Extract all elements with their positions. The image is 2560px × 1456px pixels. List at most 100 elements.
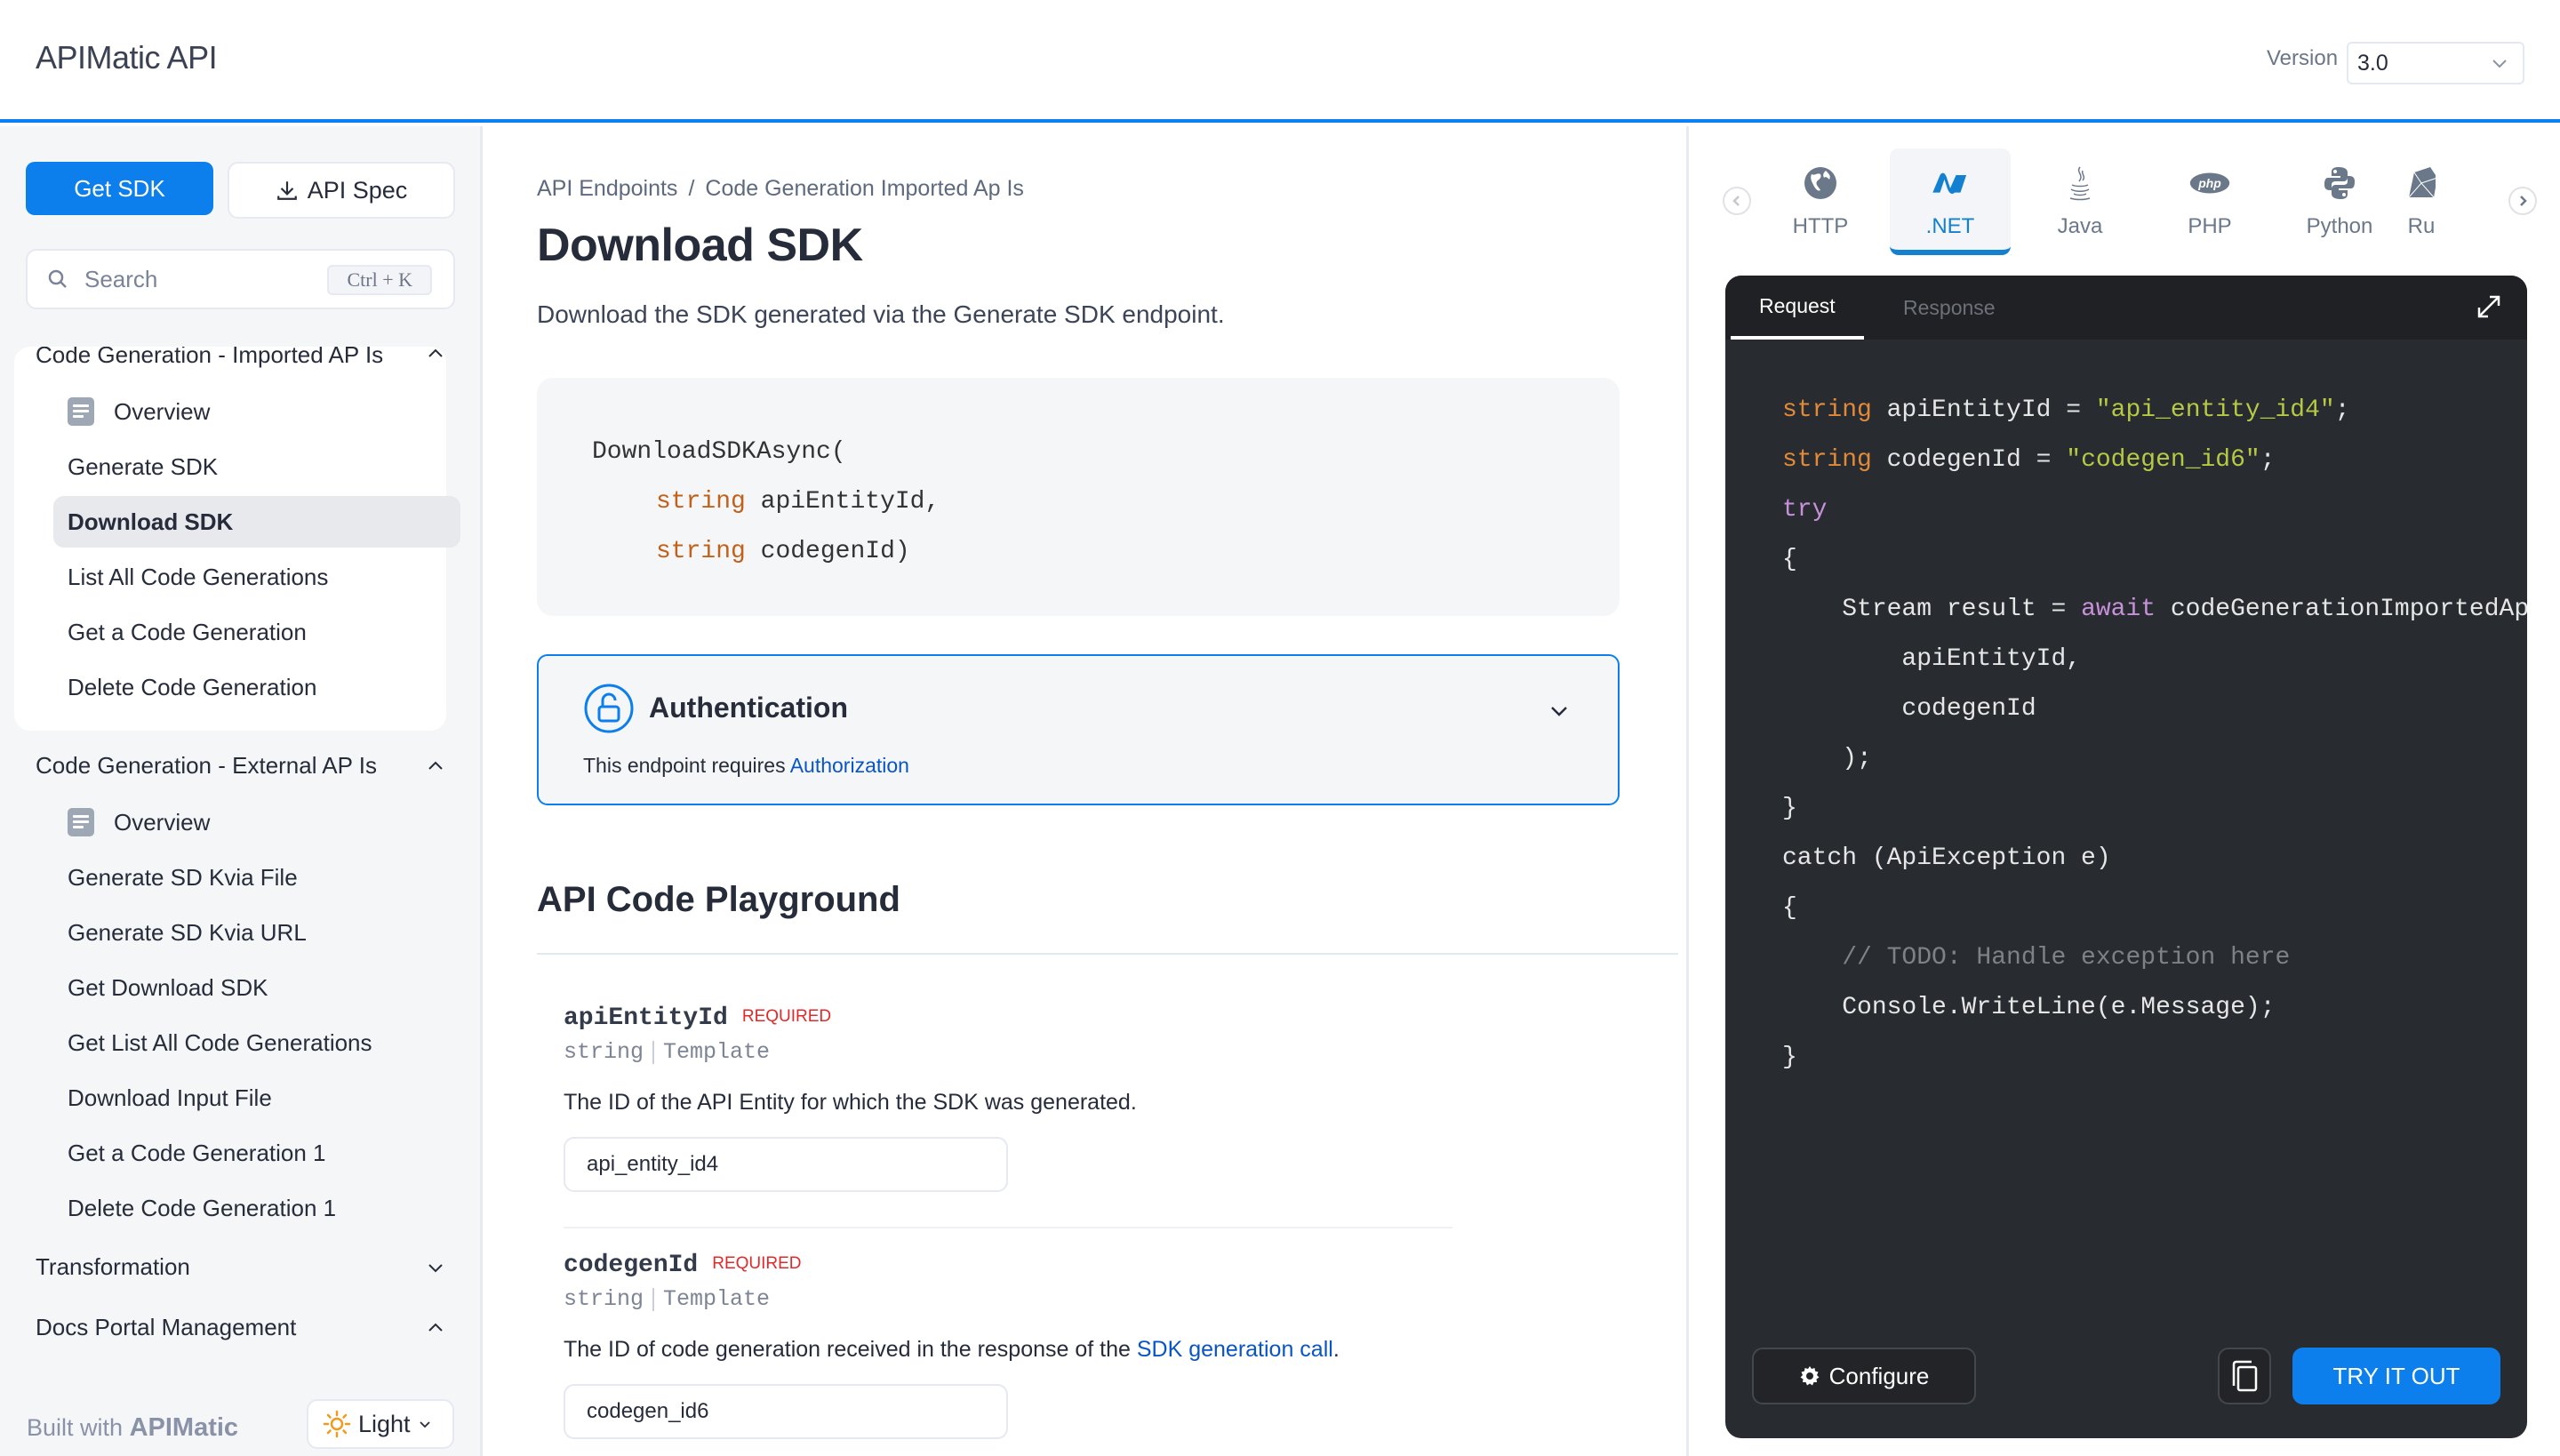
nav-item-delete-code-generation-1[interactable]: Delete Code Generation 1: [53, 1182, 460, 1234]
breadcrumb-api-endpoints[interactable]: API Endpoints: [537, 176, 677, 202]
nav-item-label: Get List All Code Generations: [68, 1028, 372, 1056]
authentication-panel[interactable]: Authentication This endpoint requires Au…: [537, 654, 1620, 805]
app-title[interactable]: APIMatic API: [36, 39, 218, 76]
param-type: string Template: [564, 1039, 1630, 1065]
tab-java[interactable]: Java: [2020, 148, 2140, 255]
chevron-up-icon[interactable]: [425, 347, 446, 364]
tab-dotnet[interactable]: .NET: [1890, 148, 2011, 255]
unlock-icon: [584, 684, 634, 733]
tab-response[interactable]: Response: [1903, 276, 1996, 340]
breadcrumb-current[interactable]: Code Generation Imported Ap Is: [705, 176, 1024, 202]
copy-button[interactable]: [2218, 1348, 2271, 1404]
tab-python[interactable]: Python: [2279, 148, 2400, 255]
download-icon: [276, 181, 297, 200]
api-spec-button[interactable]: API Spec: [228, 162, 455, 219]
nav-item-overview[interactable]: Overview: [53, 386, 460, 437]
nav-item-download-sdk[interactable]: Download SDK: [53, 496, 460, 548]
nav-item-label: List All Code Generations: [68, 563, 329, 590]
separator: [652, 1287, 655, 1311]
copy-icon: [2232, 1360, 2258, 1392]
nav-group-transformation[interactable]: Transformation: [36, 1253, 190, 1281]
version-select[interactable]: 3.0: [2347, 42, 2524, 84]
tab-ruby[interactable]: Ru: [2395, 148, 2436, 255]
authorization-link[interactable]: Authorization: [790, 754, 909, 777]
nav-item-generate-sdk-via-url[interactable]: Generate SD Kvia URL: [53, 907, 460, 958]
nav-item-label: Get Download SDK: [68, 973, 268, 1001]
api-entity-id-input[interactable]: api_entity_id4: [564, 1137, 1008, 1192]
tab-label: Python: [2306, 214, 2373, 238]
chevron-down-icon[interactable]: [425, 1257, 446, 1278]
code-line: );: [1782, 734, 2527, 784]
theme-toggle[interactable]: Light: [307, 1399, 454, 1449]
breadcrumb: API Endpoints / Code Generation Imported…: [537, 176, 1024, 202]
nav-item-delete-code-generation[interactable]: Delete Code Generation: [53, 661, 460, 713]
code-content[interactable]: string apiEntityId = "api_entity_id4"; st…: [1782, 386, 2527, 1083]
tab-php[interactable]: php PHP: [2149, 148, 2270, 255]
tab-request[interactable]: Request: [1731, 276, 1864, 340]
code-line: Console.WriteLine(e.Message);: [1782, 983, 2527, 1033]
authentication-title: Authentication: [649, 692, 848, 724]
nav-item-label: Overview: [114, 397, 211, 425]
param-description: The ID of the API Entity for which the S…: [564, 1090, 1137, 1115]
nav-item-generate-sdk-via-file[interactable]: Generate SD Kvia File: [53, 852, 460, 903]
code-token: }: [1782, 1044, 1797, 1071]
code-editor: Request Response string apiEntityId = "a…: [1725, 276, 2527, 1438]
param-name: codegenId: [564, 1252, 699, 1279]
sun-icon: [323, 1410, 351, 1438]
tab-label: HTTP: [1792, 214, 1849, 238]
param-description: The ID of code generation received in th…: [564, 1337, 1630, 1363]
code-token: "api_entity_id4": [2095, 396, 2335, 424]
chevron-down-icon: [419, 1421, 430, 1428]
nav-item-list-all-code-generations[interactable]: List All Code Generations: [53, 551, 460, 603]
nav-item-get-list-all-code-generations[interactable]: Get List All Code Generations: [53, 1017, 460, 1068]
code-footer: Configure TRY IT OUT: [1725, 1323, 2527, 1438]
scroll-right-button[interactable]: [2508, 187, 2537, 215]
tab-label: Java: [2057, 214, 2103, 238]
chevron-up-icon[interactable]: [425, 756, 446, 777]
nav-item-get-download-sdk[interactable]: Get Download SDK: [53, 962, 460, 1013]
configure-button[interactable]: Configure: [1752, 1348, 1976, 1404]
nav-item-download-input-file[interactable]: Download Input File: [53, 1072, 460, 1124]
built-with-apimatic[interactable]: Built with APIMatic: [27, 1413, 238, 1443]
code-line: {: [1782, 535, 2527, 585]
search-input[interactable]: Search Ctrl + K: [26, 249, 455, 309]
chevron-down-icon: [2492, 60, 2507, 68]
python-icon: [2319, 163, 2360, 204]
svg-text:php: php: [2197, 176, 2221, 190]
search-shortcut: Ctrl + K: [327, 265, 432, 295]
code-token: ;: [2334, 396, 2350, 424]
php-icon: php: [2189, 163, 2230, 204]
api-spec-label: API Spec: [307, 176, 408, 204]
code-token: Stream result =: [1782, 596, 2082, 623]
code-line: string codegenId = "codegen_id6";: [1782, 436, 2527, 485]
expand-icon[interactable]: [2476, 293, 2502, 320]
nav-group-external[interactable]: Code Generation - External AP Is: [36, 752, 377, 780]
apimatic-brand: APIMatic: [129, 1413, 239, 1442]
nav-group-label: Code Generation - External AP Is: [36, 752, 377, 779]
required-badge: REQUIRED: [712, 1254, 802, 1273]
nav-item-label: Overview: [114, 808, 211, 836]
nav-group-docs-portal-management[interactable]: Docs Portal Management: [36, 1314, 296, 1341]
auth-text-prefix: This endpoint requires: [583, 754, 790, 777]
nav-item-generate-sdk[interactable]: Generate SDK: [53, 441, 460, 492]
try-it-out-button[interactable]: TRY IT OUT: [2292, 1348, 2500, 1404]
chevron-up-icon[interactable]: [425, 1317, 446, 1339]
nav-item-get-code-generation-1[interactable]: Get a Code Generation 1: [53, 1127, 460, 1179]
sdk-generation-call-link[interactable]: SDK generation call: [1137, 1337, 1333, 1362]
codegen-id-input[interactable]: codegen_id6: [564, 1384, 1008, 1439]
scroll-left-button[interactable]: [1723, 187, 1751, 215]
code-line: apiEntityId,: [1782, 635, 2527, 684]
code-token: {: [1782, 546, 1797, 573]
nav-group-imported[interactable]: Code Generation - Imported AP Is: [36, 347, 383, 369]
signature-param: string codegenId): [592, 527, 1620, 577]
nav-item-get-code-generation[interactable]: Get a Code Generation: [53, 606, 460, 658]
tab-http[interactable]: HTTP: [1760, 148, 1881, 255]
code-line: codegenId: [1782, 684, 2527, 734]
tab-label: PHP: [2188, 214, 2232, 238]
nav-tree[interactable]: Code Generation - Imported AP Is Overvie…: [0, 347, 480, 1387]
nav-item-overview[interactable]: Overview: [53, 796, 460, 848]
nav-item-label: Generate SD Kvia URL: [68, 918, 307, 946]
ruby-icon: [2401, 163, 2436, 204]
chevron-down-icon[interactable]: [1547, 699, 1572, 724]
get-sdk-button[interactable]: Get SDK: [26, 162, 213, 215]
